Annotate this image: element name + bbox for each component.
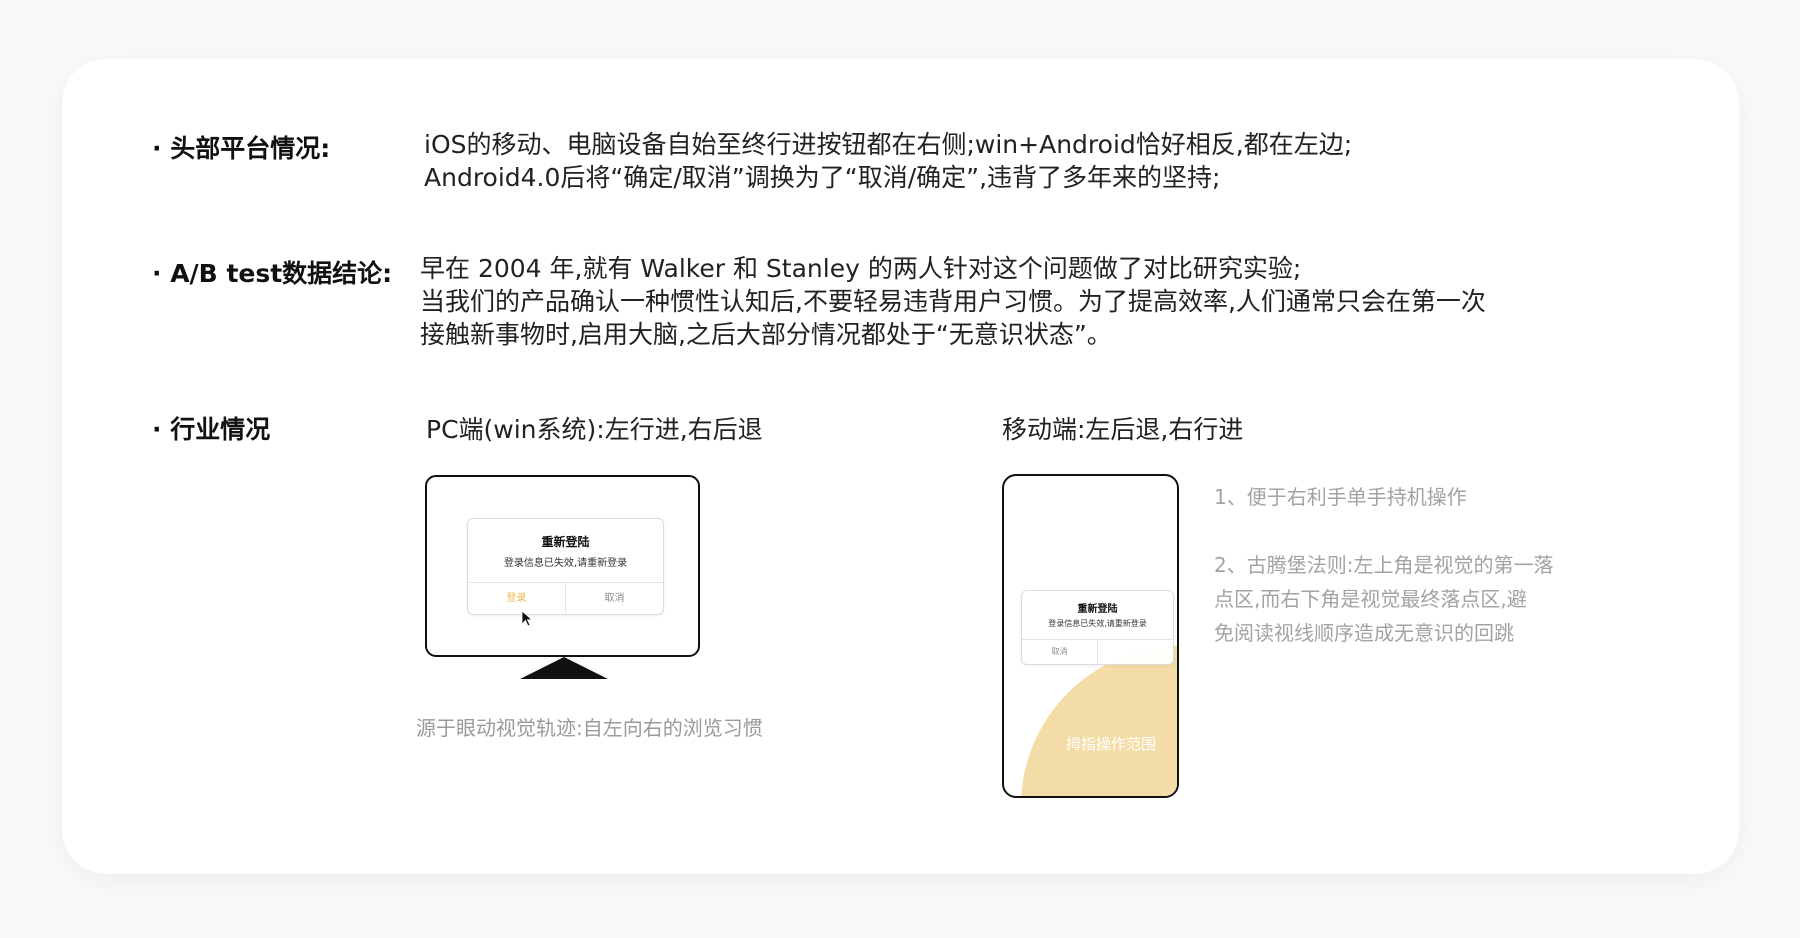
- mobile-dialog-message: 登录信息已失效,请重新登录: [1048, 619, 1147, 628]
- monitor-illustration: 重新登陆 登录信息已失效,请重新登录 登录 取消: [425, 475, 700, 657]
- canvas: · 头部平台情况: iOS的移动、电脑设备自始至终行进按钮都在右侧;win+An…: [0, 0, 1800, 938]
- pc-cancel-button[interactable]: 取消: [565, 583, 663, 614]
- pc-caption: 源于眼动视觉轨迹:自左向右的浏览习惯: [416, 716, 763, 740]
- mobile-note-2-line-2: 点区,而右下角是视觉最终落点区,避: [1214, 587, 1527, 611]
- mobile-cancel-button[interactable]: 取消: [1022, 640, 1097, 664]
- platform-line-1: iOS的移动、电脑设备自始至终行进按钮都在右侧;win+Android恰好相反,…: [424, 130, 1353, 159]
- pc-confirm-button[interactable]: 登录: [468, 583, 565, 614]
- pc-dialog: 重新登陆 登录信息已失效,请重新登录 登录 取消: [467, 518, 664, 615]
- mobile-dialog: 重新登陆 登录信息已失效,请重新登录 取消 登录: [1021, 590, 1174, 665]
- platform-label: · 头部平台情况:: [152, 134, 331, 163]
- abtest-label: · A/B test数据结论:: [152, 259, 393, 288]
- mobile-title: 移动端:左后退,右行进: [1002, 415, 1244, 444]
- thumb-zone: [1021, 646, 1177, 796]
- mobile-dialog-title: 重新登陆: [1077, 604, 1118, 615]
- thumb-zone-label: 拇指操作范围: [1066, 735, 1157, 753]
- mouse-cursor-icon: [521, 610, 533, 627]
- abtest-line-1: 早在 2004 年,就有 Walker 和 Stanley 的两人针对这个问题做…: [420, 254, 1302, 283]
- abtest-line-3: 接触新事物时,启用大脑,之后大部分情况都处于“无意识状态”。: [420, 320, 1112, 349]
- pc-dialog-buttons: 登录 取消: [468, 582, 663, 614]
- mobile-confirm-button[interactable]: 登录: [1097, 640, 1173, 664]
- mobile-note-2-line-1: 2、古腾堡法则:左上角是视觉的第一落: [1214, 553, 1554, 577]
- mobile-dialog-buttons: 取消 登录: [1022, 639, 1173, 664]
- notes-spacer: [1214, 514, 1553, 548]
- phone-illustration: 重新登陆 登录信息已失效,请重新登录 取消 登录 拇指操作范围: [1002, 474, 1179, 798]
- pc-dialog-title: 重新登陆: [541, 535, 590, 549]
- abtest-line-2: 当我们的产品确认一种惯性认知后,不要轻易违背用户习惯。为了提高效率,人们通常只会…: [420, 287, 1486, 316]
- industry-label: · 行业情况: [152, 415, 271, 444]
- mobile-notes: 1、便于右利手单手持机操作 2、古腾堡法则:左上角是视觉的第一落 点区,而右下角…: [1214, 480, 1553, 650]
- platform-line-2: Android4.0后将“确定/取消”调换为了“取消/确定”,违背了多年来的坚持…: [424, 163, 1221, 192]
- monitor-stand: [520, 657, 608, 679]
- pc-dialog-message: 登录信息已失效,请重新登录: [503, 558, 628, 569]
- abtest-text: 早在 2004 年,就有 Walker 和 Stanley 的两人针对这个问题做…: [420, 252, 1486, 351]
- platform-text: iOS的移动、电脑设备自始至终行进按钮都在右侧;win+Android恰好相反,…: [424, 128, 1352, 194]
- mobile-note-2-line-3: 免阅读视线顺序造成无意识的回跳: [1214, 621, 1514, 645]
- mobile-note-1: 1、便于右利手单手持机操作: [1214, 485, 1467, 509]
- pc-title: PC端(win系统):左行进,右后退: [426, 415, 763, 444]
